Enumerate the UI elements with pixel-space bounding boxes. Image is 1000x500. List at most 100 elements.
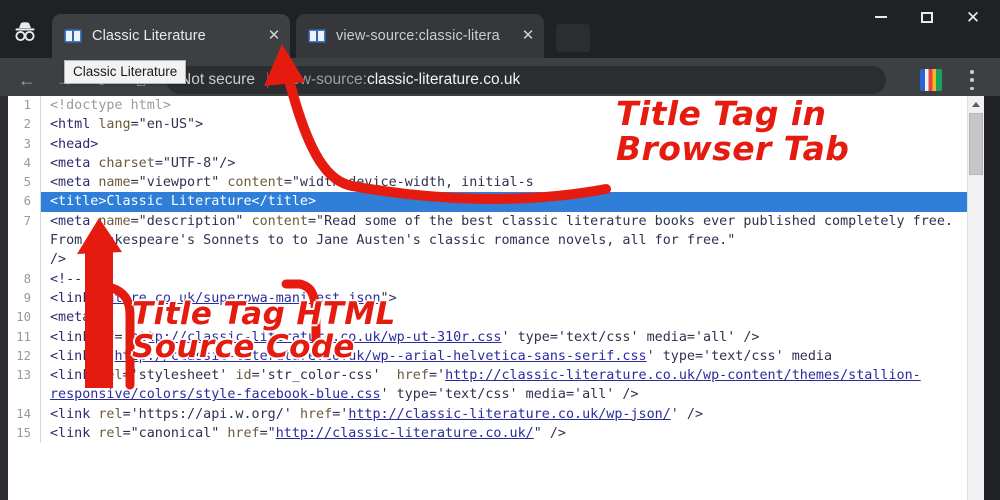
tab-tooltip: Classic Literature: [64, 60, 187, 84]
source-token: <!--: [50, 271, 91, 287]
scroll-up-arrow[interactable]: [968, 96, 984, 112]
tab-close-icon[interactable]: ✕: [264, 26, 284, 46]
source-token: <link: [50, 329, 99, 345]
source-token: ' type='text/css' media='all' />: [501, 329, 760, 345]
source-line: 15 <link rel="canonical" href="http://cla…: [8, 424, 968, 444]
source-token: <link: [50, 290, 99, 306]
source-line-code: <meta name="viewport" content="width=dev…: [40, 173, 968, 193]
source-line-code: <!doctype html>: [40, 96, 968, 116]
source-line: 2 <html lang="en-US">: [8, 115, 968, 135]
source-token: rel: [98, 426, 123, 442]
source-line-code: <html lang="en-US">: [40, 115, 968, 135]
line-number: 10: [16, 310, 31, 325]
close-button[interactable]: ✕: [950, 2, 996, 32]
tab-classic-literature[interactable]: Classic Literature ✕: [52, 14, 290, 58]
book-favicon: [64, 28, 82, 44]
source-link[interactable]: rature.co.uk/superpwa-manifest.json: [98, 291, 380, 306]
new-tab-button[interactable]: [556, 24, 590, 52]
source-link[interactable]: http://classic-literature.co.uk/: [276, 426, 534, 441]
source-line-code: <link rature.co.uk/superpwa-manifest.jso…: [40, 288, 968, 309]
browser-window: Classic Literature ✕ view-source:classic…: [0, 0, 1000, 500]
source-link[interactable]: http://classic-literature.co.uk/wp--aria…: [115, 349, 647, 364]
window-right-edge: [984, 96, 1000, 500]
source-line: 10 <meta: [8, 308, 968, 328]
line-number: 15: [16, 426, 31, 441]
source-token: ' type='text/css' media: [646, 348, 833, 364]
source-token: =': [98, 348, 115, 364]
source-token: ="description": [130, 213, 252, 229]
source-token: id: [235, 368, 252, 384]
back-button[interactable]: ←: [14, 67, 40, 93]
source-line: 12 <link ='http://classic-literature.co.u…: [8, 346, 968, 367]
source-line: 13 <link rel='stylesheet' id='str_color-c…: [8, 366, 968, 405]
source-line-code: <meta: [40, 308, 968, 328]
source-token: ="viewport": [130, 175, 228, 191]
source-token: ='https://api.w.org/': [122, 406, 300, 422]
source-line: 11 <link ef='http://classic-literature.co…: [8, 327, 968, 347]
line-number: 1: [23, 98, 31, 112]
source-line: 7 <meta name="description" content="Read …: [8, 211, 968, 270]
line-number: 11: [16, 329, 31, 344]
source-line: 1 <!doctype html>: [8, 96, 968, 116]
tab-title: view-source:classic-litera: [336, 28, 500, 44]
tab-title: Classic Literature: [92, 28, 206, 44]
source-code-listing[interactable]: 1 <!doctype html> 2 <html lang="en-US"> 3 <he…: [8, 96, 968, 500]
line-number: 8: [23, 271, 31, 286]
url-host: classic-literature.co.uk: [366, 71, 521, 88]
source-link[interactable]: http://classic-literature.co.uk/wp-ut-31…: [131, 330, 502, 345]
url-scheme: view-source:: [279, 71, 367, 88]
line-number: 4: [23, 155, 31, 170]
source-token: name: [98, 175, 131, 191]
maximize-button[interactable]: [904, 2, 950, 32]
line-number: 13: [16, 368, 31, 383]
scrollbar-thumb[interactable]: [969, 113, 983, 175]
line-number: 12: [16, 348, 31, 363]
line-number: 14: [16, 406, 31, 421]
source-token: ="UTF-8"/>: [154, 155, 236, 171]
page-left-edge: [0, 96, 8, 500]
source-line-selected: <title>Classic Literature</title>: [40, 192, 968, 212]
source-token: <head>: [50, 136, 99, 152]
source-token: ">: [380, 290, 397, 306]
source-link[interactable]: http://classic-literature.co.uk/wp-json/: [348, 407, 670, 422]
source-line: 5 <meta name="viewport" content="width=de…: [8, 173, 968, 193]
source-token: ='str_color-css': [251, 368, 397, 384]
source-token: =': [428, 368, 446, 384]
source-line-code: <link ef='http://classic-literature.co.u…: [40, 327, 968, 347]
book-favicon: [308, 28, 326, 44]
minimize-button[interactable]: [858, 2, 904, 32]
window-controls: ✕: [858, 0, 996, 34]
source-token: =': [332, 406, 349, 422]
line-number: 9: [23, 290, 31, 305]
source-token: ='stylesheet': [122, 368, 236, 384]
source-token: ' type='text/css' media='all' />: [380, 387, 639, 403]
source-line: 8 <!--: [8, 269, 968, 289]
source-line-code: <meta name="description" content="Read s…: [40, 211, 968, 270]
line-number: 7: [23, 213, 31, 228]
extension-icon[interactable]: [920, 69, 942, 91]
tab-view-source[interactable]: view-source:classic-litera ✕: [296, 14, 544, 58]
source-token: ef=': [98, 329, 131, 345]
view-source-page: 1 <!doctype html> 2 <html lang="en-US"> 3 <he…: [0, 96, 1000, 500]
address-bar[interactable]: Not secure view-source: classic-literatur…: [166, 66, 886, 94]
source-token: <link: [50, 426, 99, 442]
tab-close-icon[interactable]: ✕: [518, 26, 538, 46]
source-line: 3 <head>: [8, 134, 968, 154]
source-token: <meta: [50, 155, 99, 171]
source-token: <html: [50, 117, 99, 133]
three-dots-menu-icon[interactable]: [962, 68, 982, 92]
source-line-code: <meta charset="UTF-8"/>: [40, 153, 968, 174]
vertical-scrollbar[interactable]: [967, 96, 984, 500]
source-line-code: <link rel='https://api.w.org/' href='htt…: [40, 404, 968, 425]
source-token: charset: [98, 155, 155, 171]
source-token: <meta: [50, 175, 99, 191]
omnibox-divider: [266, 72, 268, 88]
source-token: content: [227, 175, 284, 191]
source-line-code: <!--: [40, 269, 968, 289]
source-token: href: [227, 426, 260, 442]
source-token: ="width=device-width, initial-s: [283, 175, 534, 191]
source-line-code: <link rel='stylesheet' id='str_color-css…: [40, 366, 968, 405]
source-token: <link: [50, 348, 99, 364]
source-token: rel: [98, 368, 123, 384]
source-token: lang: [98, 117, 131, 133]
